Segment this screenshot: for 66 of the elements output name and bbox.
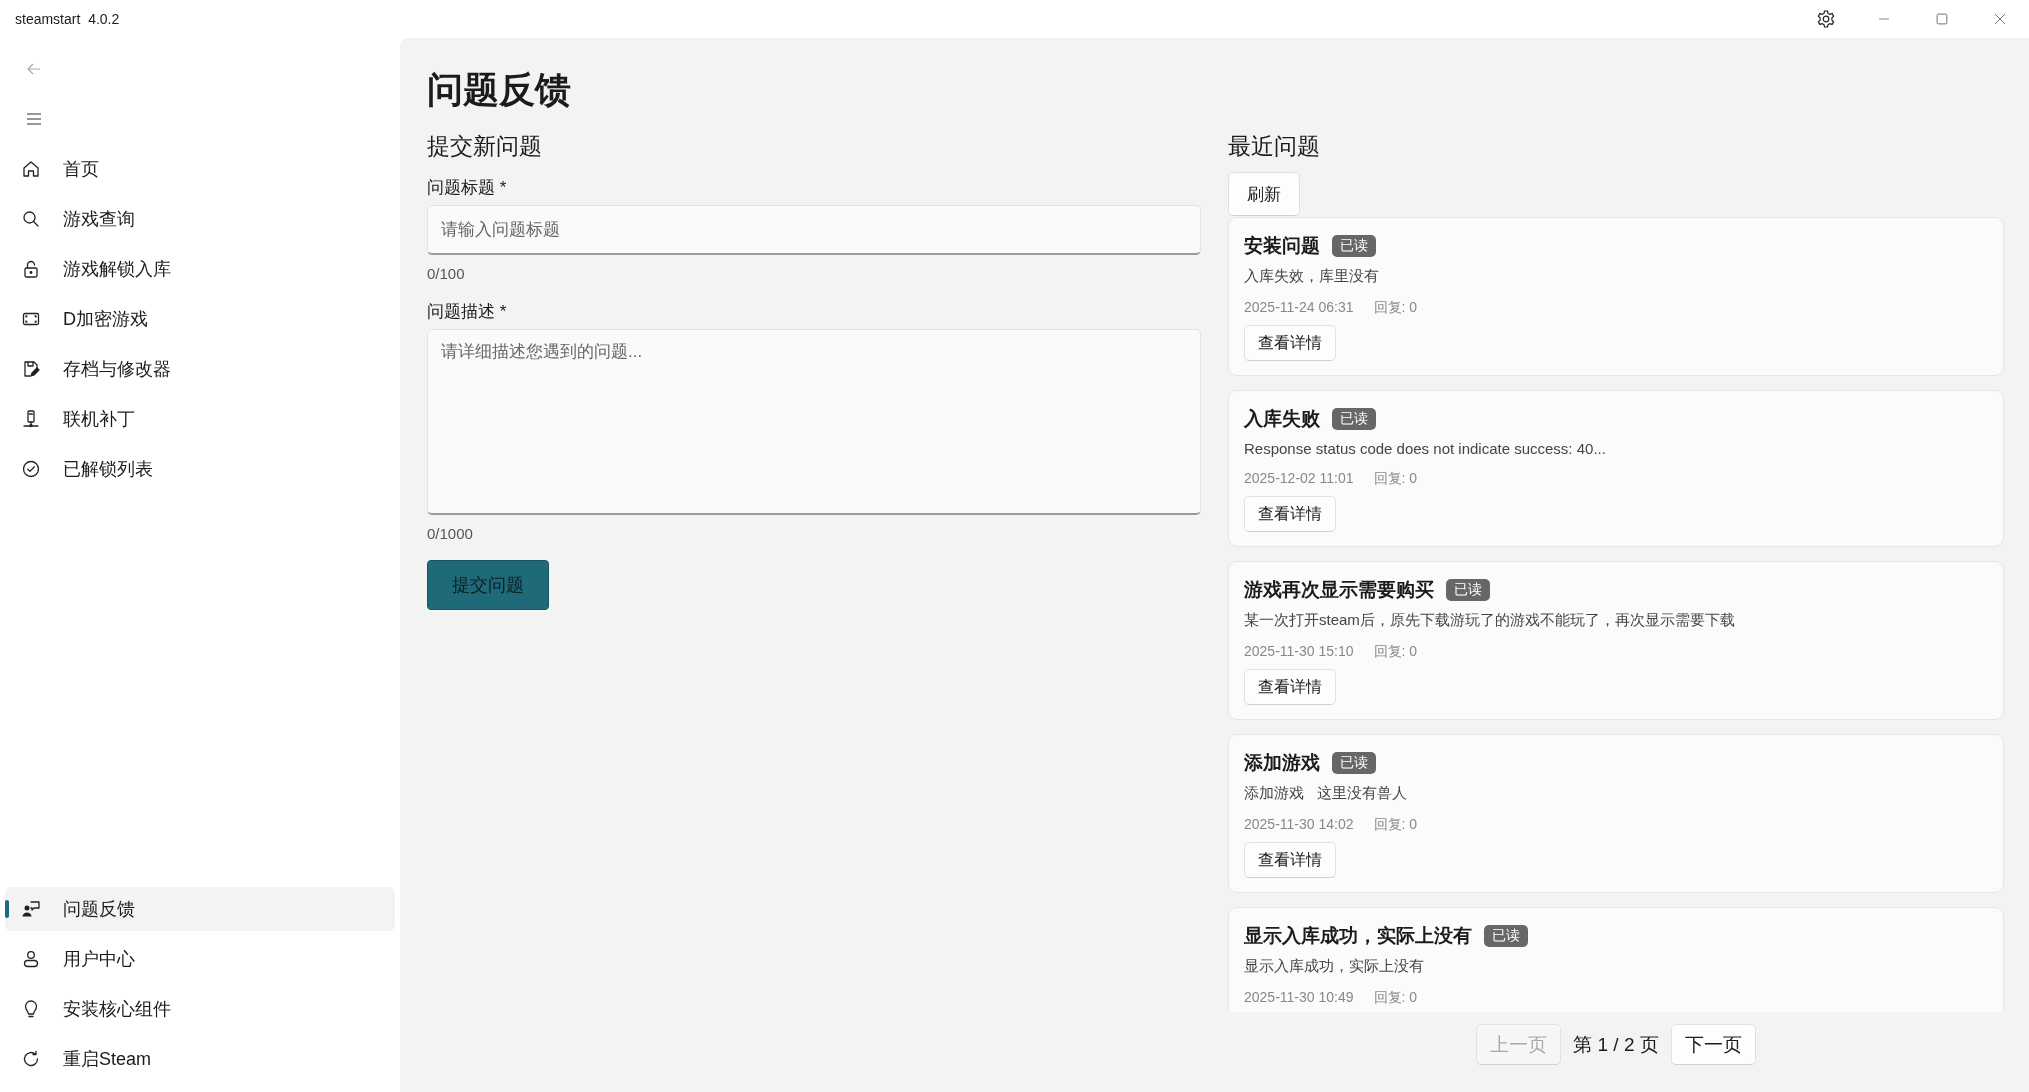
issue-title: 添加游戏 bbox=[1244, 751, 1320, 775]
nav-item[interactable]: 存档与修改器 bbox=[5, 347, 395, 391]
issue-date: 2025-12-02 11:01 bbox=[1244, 470, 1354, 488]
section-heading: 最近问题 bbox=[1228, 132, 1320, 161]
nav-item[interactable]: 问题反馈 bbox=[5, 887, 395, 931]
save-edit-icon bbox=[21, 359, 41, 379]
field-label: 问题描述 * bbox=[427, 301, 507, 323]
reply-count: 回复: 0 bbox=[1373, 643, 1418, 661]
nav-item[interactable]: 游戏查询 bbox=[5, 197, 395, 241]
issue-description: 添加游戏 这里没有兽人 bbox=[1244, 784, 1407, 803]
title-field[interactable]: 请输入问题标题 bbox=[427, 205, 1201, 255]
issue-title: 入库失败 bbox=[1244, 407, 1320, 431]
status-badge: 已读 bbox=[1484, 925, 1528, 947]
status-badge: 已读 bbox=[1446, 579, 1490, 601]
next-page-button[interactable]: 下一页 bbox=[1670, 1024, 1756, 1065]
status-badge: 已读 bbox=[1332, 235, 1376, 257]
details-button[interactable]: 查看详情 bbox=[1244, 669, 1336, 705]
reply-count: 回复: 0 bbox=[1373, 989, 1418, 1007]
issue-title: 安装问题 bbox=[1244, 234, 1320, 258]
issue-title: 显示入库成功，实际上没有 bbox=[1244, 924, 1472, 948]
issue-description: Response status code does not indicate success: 40... bbox=[1244, 440, 1606, 457]
page-title: 问题反馈 bbox=[427, 68, 572, 112]
details-button[interactable]: 查看详情 bbox=[1244, 842, 1336, 878]
field-label: 问题标题 * bbox=[427, 177, 507, 199]
issue-date: 2025-11-24 06:31 bbox=[1244, 299, 1354, 317]
network-icon bbox=[21, 409, 41, 429]
nav-item[interactable]: 用户中心 bbox=[5, 937, 395, 981]
nav-item[interactable]: 重启Steam bbox=[5, 1037, 395, 1081]
details-button[interactable]: 查看详情 bbox=[1244, 496, 1336, 532]
padlock-icon bbox=[21, 259, 41, 279]
issue-description: 入库失效，库里没有 bbox=[1244, 267, 1379, 286]
reply-count: 回复: 0 bbox=[1373, 470, 1418, 488]
settings-icon bbox=[1816, 9, 1836, 29]
issue-date: 2025-11-30 14:02 bbox=[1244, 816, 1354, 834]
maximize-icon bbox=[1935, 12, 1949, 26]
refresh-icon bbox=[21, 1049, 41, 1069]
status-badge: 已读 bbox=[1332, 752, 1376, 774]
nav-item[interactable]: 联机补丁 bbox=[5, 397, 395, 441]
issue-date: 2025-11-30 15:10 bbox=[1244, 643, 1354, 661]
nav-item[interactable]: 游戏解锁入库 bbox=[5, 247, 395, 291]
window-title: steamstart 4.0.2 bbox=[15, 11, 121, 27]
nav-item[interactable]: 首页 bbox=[5, 147, 395, 191]
character-counter: 0/100 bbox=[427, 265, 465, 282]
selection-indicator bbox=[5, 900, 9, 918]
person-icon bbox=[21, 949, 41, 969]
search-icon bbox=[21, 209, 41, 229]
nav-item[interactable]: 已解锁列表 bbox=[5, 447, 395, 491]
nav-item[interactable]: D加密游戏 bbox=[5, 297, 395, 341]
reply-count: 回复: 0 bbox=[1373, 816, 1418, 834]
issue-description: 显示入库成功，实际上没有 bbox=[1244, 957, 1424, 976]
character-counter: 0/1000 bbox=[427, 525, 473, 542]
issue-date: 2025-11-30 10:49 bbox=[1244, 989, 1354, 1007]
close-icon bbox=[1993, 12, 2007, 26]
status-badge: 已读 bbox=[1332, 408, 1376, 430]
check-circle-icon bbox=[21, 459, 41, 479]
reply-count: 回复: 0 bbox=[1373, 299, 1418, 317]
issue-title: 游戏再次显示需要购买 bbox=[1244, 578, 1434, 602]
person-speech-icon bbox=[21, 899, 41, 919]
section-heading: 提交新问题 bbox=[427, 132, 542, 161]
description-field[interactable]: 请详细描述您遇到的问题... bbox=[427, 329, 1201, 515]
page-indicator: 第 1 / 2 页 bbox=[1573, 1032, 1659, 1057]
nav-item[interactable]: 安装核心组件 bbox=[5, 987, 395, 1031]
home-icon bbox=[21, 159, 41, 179]
issue-description: 某一次打开steam后，原先下载游玩了的游戏不能玩了，再次显示需要下载 bbox=[1244, 611, 1735, 630]
refresh-button[interactable]: 刷新 bbox=[1228, 172, 1300, 216]
details-button[interactable]: 查看详情 bbox=[1244, 325, 1336, 361]
